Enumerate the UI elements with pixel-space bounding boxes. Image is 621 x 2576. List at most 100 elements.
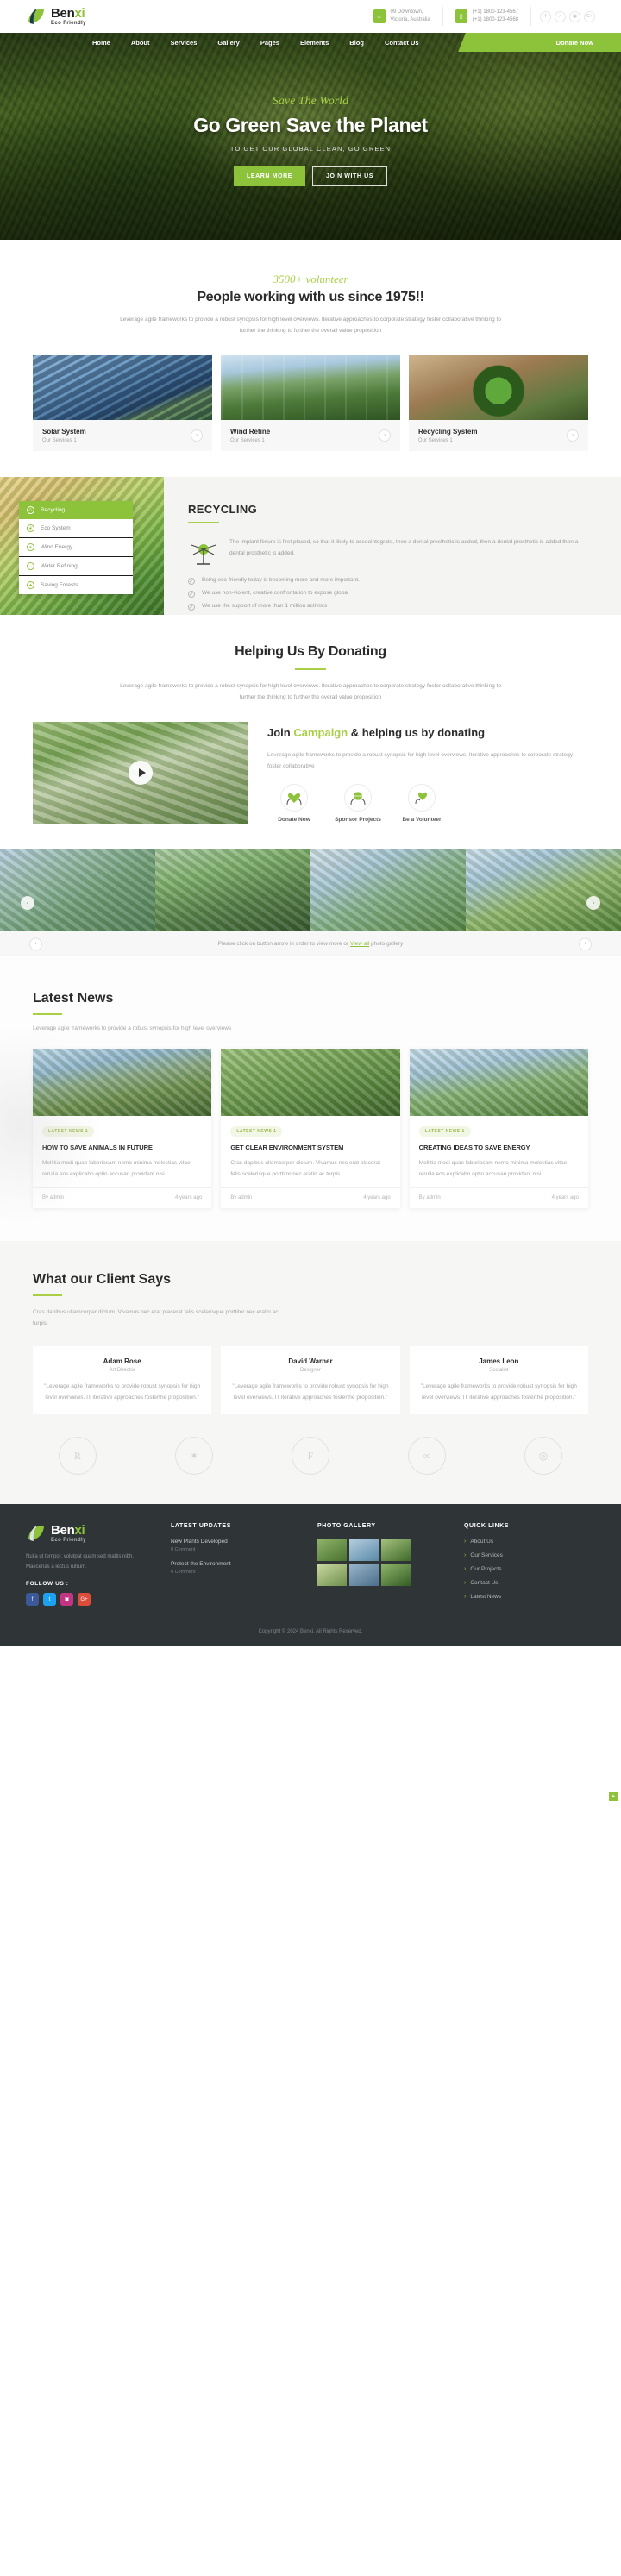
gallery-thumb[interactable] [317, 1564, 347, 1586]
testimonial-card: James Leon Socialist "Leverage agile fra… [409, 1346, 588, 1414]
title-underline [295, 668, 326, 670]
news-card[interactable]: LATEST NEWS 1 HOW TO SAVE ANIMALS IN FUT… [33, 1049, 212, 1208]
nav-item-gallery[interactable]: Gallery [207, 39, 249, 47]
twitter-icon[interactable]: t [43, 1593, 56, 1606]
play-icon[interactable] [129, 761, 153, 785]
testimonial-quote: "Leverage agile frameworks to provide ro… [420, 1383, 577, 1401]
news-card-title[interactable]: HOW TO SAVE ANIMALS IN FUTURE [42, 1144, 202, 1151]
link-label: Latest News [470, 1594, 502, 1600]
footer-update-item[interactable]: Protect the Environment 0 Comment [171, 1561, 302, 1575]
tab-label: Recycling [41, 507, 66, 513]
gallery-image[interactable] [0, 849, 155, 931]
nav-item-pages[interactable]: Pages [250, 39, 290, 47]
option-be-a-volunteer[interactable]: Be a Volunteer [395, 783, 448, 823]
follow-us-label: FOLLOW US : [26, 1581, 69, 1587]
news-card[interactable]: LATEST NEWS 1 CREATING IDEAS TO SAVE ENE… [409, 1049, 588, 1208]
photo-gallery-section: ‹ › ‹ Please click on button arrow in or… [0, 849, 621, 956]
check-circle-icon: ✓ [188, 604, 195, 611]
footer-logo[interactable]: Benxi Eco Friendly [26, 1523, 155, 1544]
scroll-to-top-button[interactable]: ▲ [609, 1792, 618, 1801]
google-plus-icon[interactable]: G+ [78, 1593, 91, 1606]
footer-logo-tagline: Eco Friendly [51, 1538, 86, 1543]
gallery-image[interactable] [155, 849, 310, 931]
nav-item-home[interactable]: Home [82, 39, 121, 47]
gallery-caption-bar: ‹ Please click on button arrow in order … [0, 931, 621, 956]
news-author: By admin [42, 1195, 65, 1200]
gallery-thumb[interactable] [317, 1539, 347, 1561]
chevron-right-icon[interactable]: › [191, 429, 203, 442]
gallery-image[interactable] [466, 849, 621, 931]
donating-description: Leverage agile frameworks to provide a r… [120, 683, 501, 700]
service-card[interactable]: Solar System Our Services 1 › [33, 355, 212, 451]
recycle-icon: ♺ [27, 506, 34, 514]
recycling-section: ♺ Recycling ❦ Eco System ☀ Wind Energy ◌… [0, 477, 621, 615]
service-card[interactable]: Wind Refine Our Services 1 › [221, 355, 400, 451]
quick-link-contact-us[interactable]: Contact Us [464, 1580, 595, 1586]
nav-item-services[interactable]: Services [160, 39, 208, 47]
logo-name-primary: Ben [51, 6, 75, 21]
nav-item-elements[interactable]: Elements [290, 39, 339, 47]
brand-logo-icon: ∞ [408, 1437, 446, 1475]
nav-item-blog[interactable]: Blog [339, 39, 374, 47]
quick-link-latest-news[interactable]: Latest News [464, 1594, 595, 1600]
gallery-thumb[interactable] [349, 1539, 379, 1561]
news-card[interactable]: LATEST NEWS 1 GET CLEAR ENVIRONMENT SYST… [221, 1049, 400, 1208]
view-all-link[interactable]: View all [350, 941, 369, 947]
testimonials-title: What our Client Says [33, 1272, 172, 1287]
nav-item-contact-us[interactable]: Contact Us [374, 39, 430, 47]
site-logo[interactable]: Benxi Eco Friendly [26, 6, 155, 27]
nav-items: Home About Services Gallery Pages Elemen… [82, 39, 430, 47]
top-bar-right: ⌂ 09 Downtown, Victoria, Australia ▯ (+1… [361, 7, 595, 26]
facebook-icon[interactable]: f [540, 10, 551, 22]
testimonials-subtitle: Cras dapibus ullamcorper dictum. Vivamus… [33, 1309, 279, 1326]
quick-link-about-us[interactable]: About Us [464, 1539, 595, 1545]
option-donate-now[interactable]: Donate Now [267, 783, 321, 823]
quick-link-our-projects[interactable]: Our Projects [464, 1566, 595, 1572]
service-card[interactable]: Recycling System Our Services 1 › [409, 355, 588, 451]
gallery-thumb[interactable] [381, 1539, 411, 1561]
tab-eco-system[interactable]: ❦ Eco System [19, 519, 133, 538]
gallery-next-arrow[interactable]: › [586, 896, 600, 910]
footer-update-item[interactable]: New Plants Developed 0 Comment [171, 1539, 302, 1552]
option-sponsor-projects[interactable]: Sponsor Projects [331, 783, 385, 823]
tab-wind-energy[interactable]: ☀ Wind Energy [19, 538, 133, 557]
gallery-image[interactable] [310, 849, 466, 931]
gallery-thumb[interactable] [349, 1564, 379, 1586]
twitter-icon[interactable]: ✓ [555, 10, 566, 22]
news-date: 4 years ago [363, 1195, 391, 1200]
donating-options: Donate Now Sponsor Projects Be a Volunte… [267, 783, 588, 823]
service-card-subtitle: Our Services 1 [418, 438, 453, 443]
tab-saving-forests[interactable]: ♣ Saving Forests [19, 576, 133, 594]
quick-links-list: About Us Our Services Our Projects Conta… [464, 1539, 595, 1600]
news-card-title[interactable]: CREATING IDEAS TO SAVE ENERGY [419, 1144, 579, 1151]
brand-logo-icon: ✶ [175, 1437, 213, 1475]
bullet-text: We use the support of more than 1 millio… [202, 603, 328, 609]
tab-recycling[interactable]: ♺ Recycling [19, 501, 133, 519]
instagram-icon[interactable]: ▣ [60, 1593, 73, 1606]
nav-item-about[interactable]: About [121, 39, 160, 47]
bullet-text: Being eco-friendly today is becoming mor… [202, 577, 360, 583]
gallery-bar-next[interactable]: › [579, 937, 592, 950]
quick-link-our-services[interactable]: Our Services [464, 1552, 595, 1558]
chevron-right-icon[interactable]: › [379, 429, 391, 442]
gallery-prev-arrow[interactable]: ‹ [21, 896, 34, 910]
gallery-thumb[interactable] [381, 1564, 411, 1586]
logo-tagline: Eco Friendly [51, 21, 86, 26]
instagram-icon[interactable]: ▣ [569, 10, 580, 22]
news-card-title[interactable]: GET CLEAR ENVIRONMENT SYSTEM [230, 1144, 390, 1151]
footer-about-text: Nulla ut tempor, volutpat quam sed matti… [26, 1554, 135, 1570]
tab-water-refining[interactable]: ◌ Water Refining [19, 557, 133, 576]
join-with-us-button[interactable]: JOIN WITH US [312, 166, 388, 186]
chevron-right-icon[interactable]: › [567, 429, 579, 442]
gallery-bar-prev[interactable]: ‹ [29, 937, 42, 950]
update-meta: 0 Comment [171, 1547, 196, 1552]
tab-label: Eco System [41, 525, 71, 531]
services-description: Leverage agile frameworks to provide a r… [120, 317, 501, 334]
option-label: Be a Volunteer [402, 816, 442, 823]
donate-now-button[interactable]: Donate Now [458, 33, 621, 52]
option-label: Sponsor Projects [335, 816, 381, 823]
learn-more-button[interactable]: LEARN MORE [233, 166, 305, 186]
google-plus-icon[interactable]: G+ [584, 10, 595, 22]
donating-video-thumbnail[interactable] [33, 722, 248, 824]
facebook-icon[interactable]: f [26, 1593, 39, 1606]
